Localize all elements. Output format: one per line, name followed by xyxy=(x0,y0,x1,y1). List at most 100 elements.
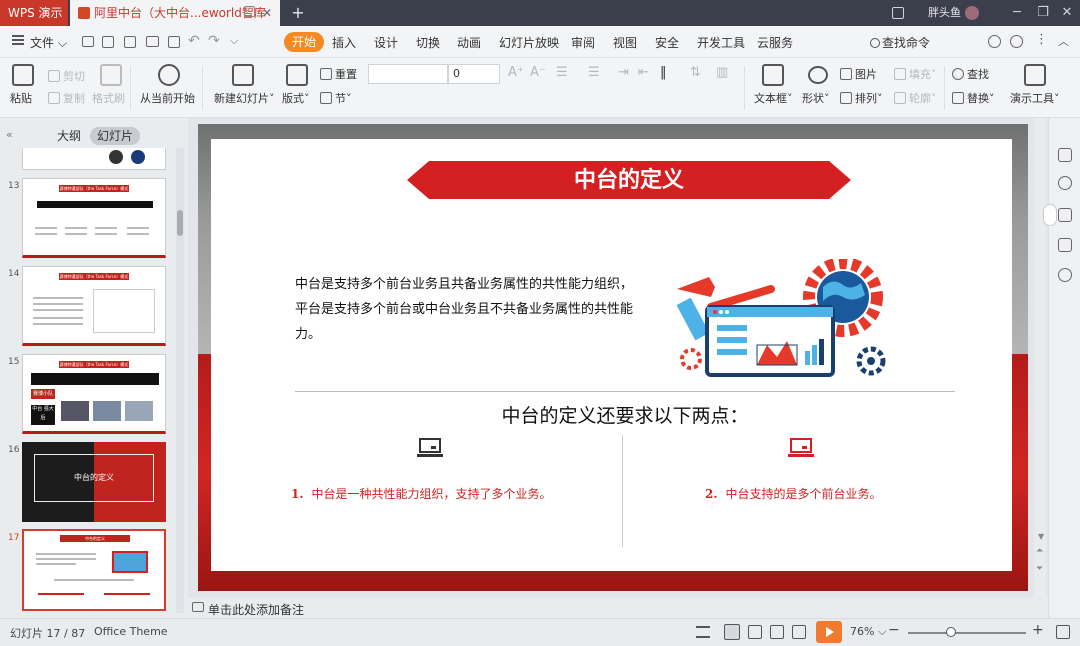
slide-thumbnail[interactable]: 中台的定义 xyxy=(22,442,166,522)
tab-outline[interactable]: 大纲 xyxy=(50,127,88,145)
copy-button[interactable]: 复制 xyxy=(48,90,85,106)
prev-slide-icon[interactable]: ⏶ xyxy=(1036,546,1043,556)
arrange-button[interactable]: 排列˅ xyxy=(840,90,883,106)
tab-close-button[interactable]: ✕ xyxy=(262,0,272,26)
slide-sorter-icon[interactable] xyxy=(748,625,762,639)
outdent-icon[interactable]: ⇤ xyxy=(638,65,649,80)
increase-font-icon[interactable]: A⁺ xyxy=(508,65,524,80)
panel-scrollbar[interactable] xyxy=(176,148,184,613)
tab-developer[interactable]: 开发工具 xyxy=(697,34,745,51)
more-icon[interactable]: ⋮ xyxy=(1035,32,1048,47)
layout-icon[interactable] xyxy=(286,64,308,86)
line-spacing-icon[interactable]: ‖ xyxy=(660,65,667,80)
shape-button[interactable]: 形状˅ xyxy=(802,90,830,106)
print-preview-icon[interactable] xyxy=(168,36,180,48)
scroll-down-icon[interactable]: ▼ xyxy=(1038,532,1044,541)
fill-button[interactable]: 填充˅ xyxy=(894,66,937,82)
tab-insert[interactable]: 插入 xyxy=(332,34,356,51)
cut-button[interactable]: 剪切 xyxy=(48,68,85,84)
paste-button[interactable]: 粘贴 xyxy=(10,90,32,106)
outline-button[interactable]: 轮廓˅ xyxy=(894,90,937,106)
reset-button[interactable]: 重置 xyxy=(320,66,357,82)
zoom-slider-thumb[interactable] xyxy=(946,627,956,637)
history-icon[interactable] xyxy=(1058,268,1072,282)
new-slide-icon[interactable] xyxy=(232,64,254,86)
search-command[interactable]: 查找命令 xyxy=(870,34,930,51)
notes-placeholder[interactable]: 单击此处添加备注 xyxy=(208,601,304,618)
tab-transition[interactable]: 切换 xyxy=(416,34,440,51)
text-direction-icon[interactable]: ⇅ xyxy=(690,65,701,80)
tab-slides[interactable]: 幻灯片 xyxy=(90,127,141,145)
paste-icon[interactable] xyxy=(12,64,34,86)
avatar[interactable] xyxy=(965,6,979,20)
hamburger-icon[interactable] xyxy=(12,35,24,45)
app-tab[interactable]: WPS 演示 xyxy=(0,0,68,26)
tab-animation[interactable]: 动画 xyxy=(457,34,481,51)
editor-scrollbar[interactable]: ▼ ⏶ ⏷ xyxy=(1034,118,1046,598)
window-mode-icon[interactable] xyxy=(892,7,904,19)
reading-view-icon[interactable] xyxy=(770,625,784,639)
minimize-icon[interactable]: ─ xyxy=(1008,0,1026,26)
redo-icon[interactable]: ↷ xyxy=(208,33,220,49)
tab-design[interactable]: 设计 xyxy=(374,34,398,51)
open-icon[interactable] xyxy=(82,36,94,47)
properties-icon[interactable] xyxy=(1058,238,1072,252)
user-name[interactable]: 胖头鱼 xyxy=(928,0,961,26)
save-icon[interactable] xyxy=(102,36,114,48)
share-icon[interactable] xyxy=(1058,176,1072,190)
numbered-list-icon[interactable]: ☰ xyxy=(588,65,600,80)
pin-icon[interactable] xyxy=(1058,208,1072,222)
zoom-in-button[interactable]: + xyxy=(1032,622,1044,638)
undo-icon[interactable]: ↶ xyxy=(188,33,200,49)
columns-icon[interactable]: ▥ xyxy=(716,65,728,80)
picture-button[interactable]: 图片 xyxy=(840,66,877,82)
sidebar-toggle[interactable] xyxy=(1043,204,1057,226)
quick-access-dropdown-icon[interactable]: ⌵ xyxy=(230,34,238,48)
zoom-out-button[interactable]: − xyxy=(888,622,900,638)
layout-button[interactable]: 版式˅ xyxy=(282,90,310,106)
from-current-button[interactable]: 从当前开始 xyxy=(140,90,195,106)
collapse-ribbon-icon[interactable]: ︿ xyxy=(1058,33,1069,49)
slide-paragraph[interactable]: 中台是支持多个前台业务且共备业务属性的共性能力组织，平台是支持多个前台或中台业务… xyxy=(295,272,637,347)
slide-thumbnail-selected[interactable]: 中台的定义 xyxy=(22,529,166,611)
format-painter-icon[interactable] xyxy=(100,64,122,86)
play-from-current-icon[interactable] xyxy=(158,64,180,86)
notes-toggle-icon[interactable] xyxy=(696,626,710,638)
slide-design-icon[interactable] xyxy=(1058,148,1072,162)
find-button[interactable]: 查找 xyxy=(952,66,989,82)
textbox-button[interactable]: 文本框˅ xyxy=(754,90,793,106)
slide-title[interactable]: 中台的定义 xyxy=(407,161,851,199)
close-window-icon[interactable]: ✕ xyxy=(1058,0,1076,26)
slide-canvas[interactable]: 中台的定义 中台是支持多个前台业务且共备业务属性的共性能力组织，平台是支持多个前… xyxy=(211,139,1012,571)
feedback-icon[interactable] xyxy=(988,35,1001,48)
tab-review[interactable]: 审阅 xyxy=(571,34,595,51)
format-painter-button[interactable]: 格式刷 xyxy=(92,90,125,106)
presentation-tools-button[interactable]: 演示工具˅ xyxy=(1010,90,1060,106)
zoom-slider[interactable] xyxy=(908,627,1026,637)
presenter-view-icon[interactable] xyxy=(792,625,806,639)
zoom-level[interactable]: 76% ⌵ xyxy=(850,625,886,639)
print-icon[interactable] xyxy=(146,36,159,47)
decrease-font-icon[interactable]: A⁻ xyxy=(530,65,546,80)
shape-icon[interactable] xyxy=(808,66,828,84)
play-slideshow-button[interactable] xyxy=(816,621,842,643)
settings-gear-icon[interactable] xyxy=(1010,35,1023,48)
point-1[interactable]: 1. 中台是一种共性能力组织，支持了多个业务。 xyxy=(291,485,552,502)
slide-thumbnail[interactable]: 赛博特遣部队（the Task Force）模式 xyxy=(22,266,166,346)
collapse-panel-icon[interactable]: « xyxy=(6,128,13,141)
slide-thumbnail[interactable]: 赛博特遣部队（the Task Force）模式 xyxy=(22,178,166,258)
textbox-icon[interactable] xyxy=(762,64,784,86)
slide-subheading[interactable]: 中台的定义还要求以下两点： xyxy=(295,401,955,428)
font-size-input[interactable]: 0 xyxy=(448,64,500,84)
export-pdf-icon[interactable] xyxy=(124,36,136,48)
tab-security[interactable]: 安全 xyxy=(655,34,679,51)
next-slide-icon[interactable]: ⏷ xyxy=(1036,564,1043,574)
font-name-input[interactable] xyxy=(368,64,448,84)
bullet-list-icon[interactable]: ☰ xyxy=(556,65,568,80)
tab-slideshow[interactable]: 幻灯片放映 xyxy=(499,34,559,51)
restore-icon[interactable]: ❐ xyxy=(1034,0,1052,26)
replace-button[interactable]: 替换˅ xyxy=(952,90,995,106)
notes-bar[interactable]: 单击此处添加备注 xyxy=(188,598,1048,618)
section-button[interactable]: 节˅ xyxy=(320,90,352,106)
normal-view-icon[interactable] xyxy=(724,624,740,640)
